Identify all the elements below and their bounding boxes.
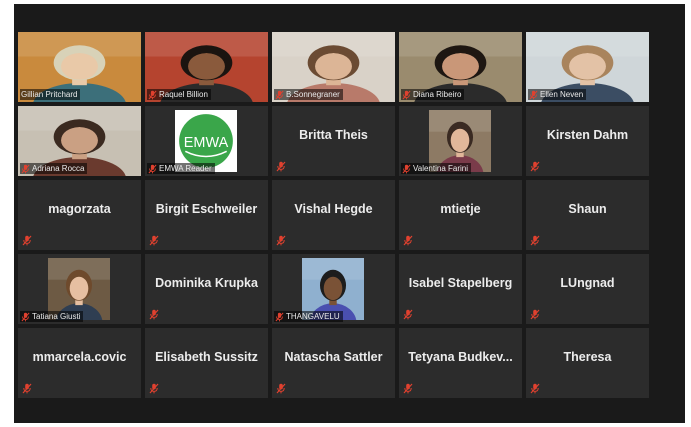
microphone-muted-icon: [149, 383, 159, 394]
participant-name-label: Valentina Farini: [401, 163, 471, 174]
microphone-muted-icon: [403, 383, 413, 394]
microphone-muted-icon: [148, 164, 157, 173]
microphone-muted-icon: [530, 161, 540, 172]
participant-name: Adriana Rocca: [32, 164, 85, 173]
participant-name: Valentina Farini: [413, 164, 468, 173]
participant-name: magorzata: [48, 202, 111, 216]
participant-name: Isabel Stapelberg: [408, 276, 513, 290]
microphone-muted-icon: [530, 235, 540, 246]
microphone-muted-icon: [403, 309, 413, 320]
participant-tile[interactable]: Britta Theis: [272, 106, 395, 176]
participant-gallery: Gillian Pritchard Raquel Billion B.Sonnegr…: [18, 32, 649, 398]
microphone-muted-icon: [276, 161, 286, 172]
participant-name-label: Ellen Neven: [528, 89, 587, 100]
participant-name: mtietje: [440, 202, 481, 216]
participant-tile[interactable]: EMWA EMWA Reader: [145, 106, 268, 176]
microphone-muted-icon: [22, 383, 32, 394]
participant-name: Ellen Neven: [540, 90, 584, 99]
participant-name-label: Tatiana Giusti: [20, 311, 84, 322]
participant-tile[interactable]: LUngnad: [526, 254, 649, 324]
participant-tile[interactable]: Valentina Farini: [399, 106, 522, 176]
participant-tile[interactable]: Kirsten Dahm: [526, 106, 649, 176]
participant-name-label: Gillian Pritchard: [20, 89, 81, 100]
microphone-muted-icon: [402, 90, 411, 99]
participant-tile[interactable]: Birgit Eschweiler: [145, 180, 268, 250]
participant-name: Kirsten Dahm: [546, 128, 629, 142]
participant-name-label: THANGAVELU: [274, 311, 343, 322]
participant-name: Elisabeth Sussitz: [155, 350, 258, 364]
participant-name: Gillian Pritchard: [21, 90, 78, 99]
microphone-muted-icon: [148, 90, 157, 99]
microphone-muted-icon: [276, 383, 286, 394]
microphone-muted-icon: [149, 235, 159, 246]
participant-tile[interactable]: Tetyana Budkev...: [399, 328, 522, 398]
microphone-muted-icon: [530, 309, 540, 320]
participant-tile[interactable]: mmarcela.covic: [18, 328, 141, 398]
participant-name: Birgit Eschweiler: [155, 202, 258, 216]
participant-name-label: Adriana Rocca: [20, 163, 88, 174]
participant-name: B.Sonnegraner: [286, 90, 340, 99]
participant-tile[interactable]: Dominika Krupka: [145, 254, 268, 324]
participant-tile[interactable]: Vishal Hegde: [272, 180, 395, 250]
microphone-muted-icon: [403, 235, 413, 246]
participant-name: Tatiana Giusti: [32, 312, 81, 321]
participant-name: Dominika Krupka: [155, 276, 258, 290]
microphone-muted-icon: [22, 235, 32, 246]
participant-name: mmarcela.covic: [32, 350, 127, 364]
participant-tile[interactable]: Natascha Sattler: [272, 328, 395, 398]
participant-name: Britta Theis: [299, 128, 368, 142]
microphone-muted-icon: [529, 90, 538, 99]
participant-name-label: Raquel Billion: [147, 89, 211, 100]
microphone-muted-icon: [530, 383, 540, 394]
microphone-muted-icon: [149, 309, 159, 320]
participant-name: THANGAVELU: [286, 312, 340, 321]
participant-tile[interactable]: THANGAVELU: [272, 254, 395, 324]
participant-tile[interactable]: Isabel Stapelberg: [399, 254, 522, 324]
participant-name: Diana Ribeiro: [413, 90, 462, 99]
participant-name: Tetyana Budkev...: [408, 350, 513, 364]
participant-name: Natascha Sattler: [284, 350, 383, 364]
participant-name-label: EMWA Reader: [147, 163, 215, 174]
microphone-muted-icon: [275, 312, 284, 321]
microphone-muted-icon: [21, 312, 30, 321]
participant-name-label: Diana Ribeiro: [401, 89, 465, 100]
participant-tile[interactable]: Raquel Billion: [145, 32, 268, 102]
participant-tile[interactable]: Tatiana Giusti: [18, 254, 141, 324]
participant-tile[interactable]: Theresa: [526, 328, 649, 398]
participant-tile[interactable]: Diana Ribeiro: [399, 32, 522, 102]
microphone-muted-icon: [21, 164, 30, 173]
participant-tile[interactable]: magorzata: [18, 180, 141, 250]
microphone-muted-icon: [275, 90, 284, 99]
participant-tile[interactable]: Shaun: [526, 180, 649, 250]
participant-name: EMWA Reader: [159, 164, 212, 173]
microphone-muted-icon: [402, 164, 411, 173]
participant-tile[interactable]: Elisabeth Sussitz: [145, 328, 268, 398]
participant-name-label: B.Sonnegraner: [274, 89, 343, 100]
svg-text:EMWA: EMWA: [184, 135, 229, 151]
participant-tile[interactable]: B.Sonnegraner: [272, 32, 395, 102]
participant-tile[interactable]: Ellen Neven: [526, 32, 649, 102]
participant-name: LUngnad: [560, 276, 615, 290]
participant-name: Theresa: [563, 350, 612, 364]
participant-name: Vishal Hegde: [294, 202, 373, 216]
participant-tile[interactable]: Gillian Pritchard: [18, 32, 141, 102]
participant-name: Shaun: [568, 202, 607, 216]
participant-name: Raquel Billion: [159, 90, 208, 99]
participant-tile[interactable]: mtietje: [399, 180, 522, 250]
microphone-muted-icon: [276, 235, 286, 246]
participant-tile[interactable]: Adriana Rocca: [18, 106, 141, 176]
